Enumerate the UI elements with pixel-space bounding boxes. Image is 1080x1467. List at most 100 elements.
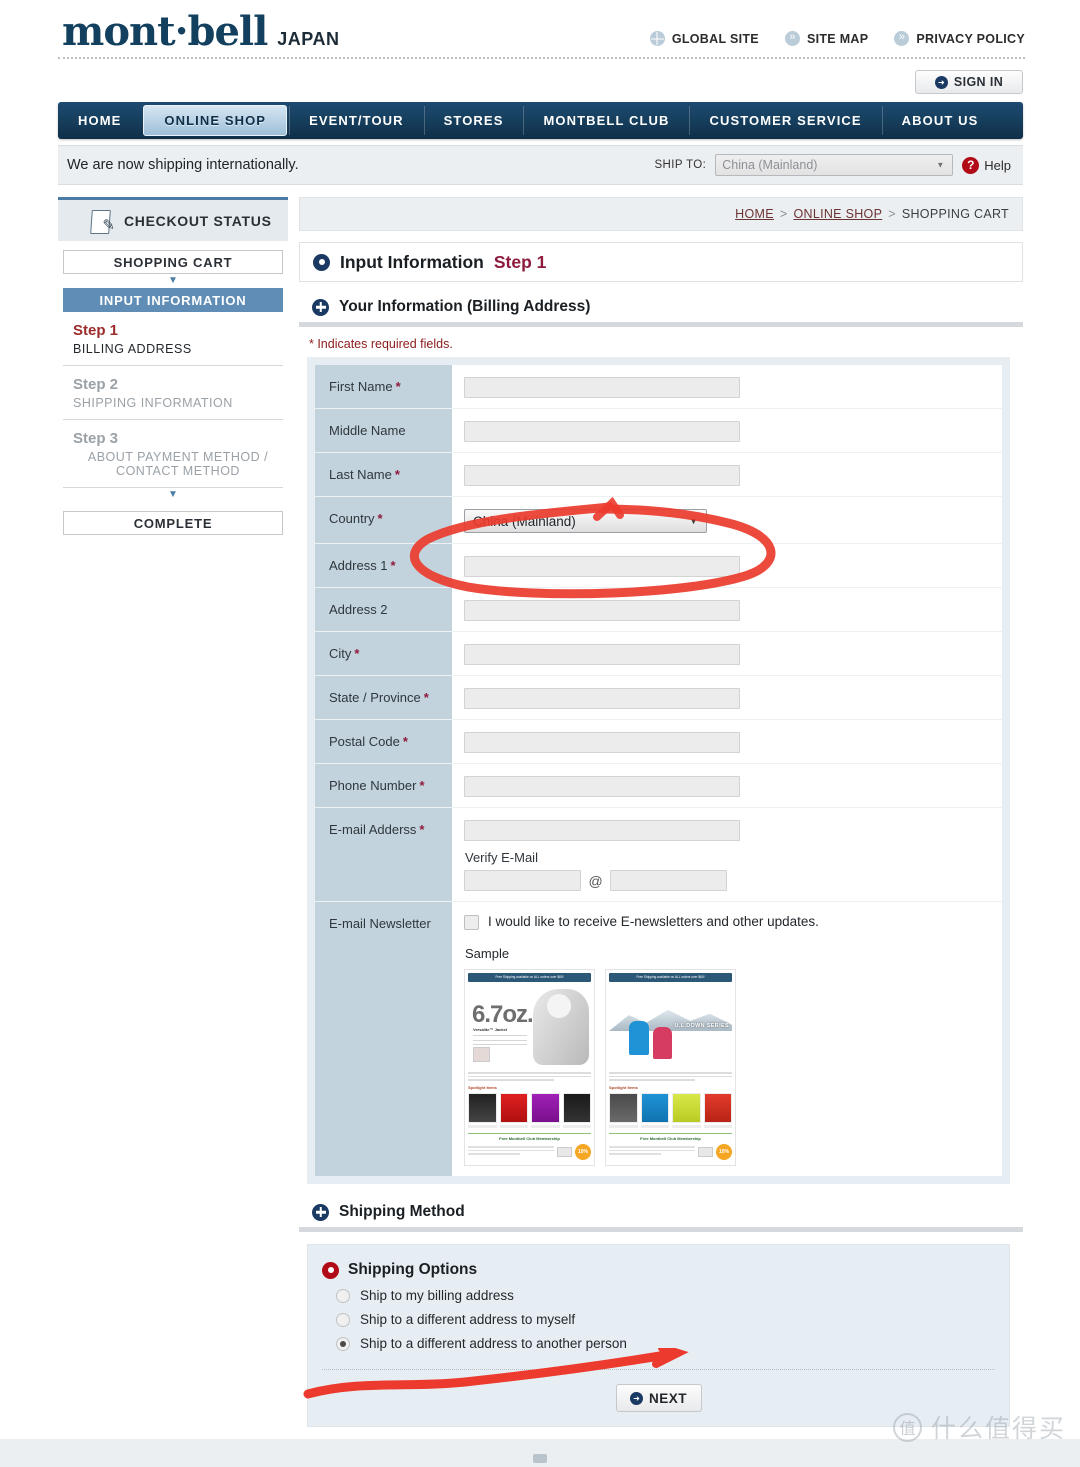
form-row-address-2: Address 2 — [315, 588, 1002, 632]
question-mark-icon: ? — [962, 156, 980, 174]
nav-item-about-us[interactable]: ABOUT US — [881, 102, 999, 139]
input-address-2[interactable] — [464, 600, 740, 621]
form-row-country: Country * China (Mainland) ▼ — [315, 497, 1002, 544]
sample-1-text — [468, 1072, 591, 1081]
breadcrumb-home[interactable]: HOME — [735, 207, 774, 221]
input-address-1[interactable] — [464, 556, 740, 577]
newsletter-sample-1[interactable]: Free Shipping available on ALL orders ov… — [464, 969, 595, 1166]
breadcrumb-online-shop[interactable]: ONLINE SHOP — [793, 207, 882, 221]
input-verify-email-local[interactable] — [464, 870, 581, 891]
sidebar-step-3[interactable]: Step 3 ABOUT PAYMENT METHOD / CONTACT ME… — [63, 420, 283, 488]
breadcrumb-sep-2: > — [888, 207, 896, 221]
page-root: mont·bell JAPAN GLOBAL SITE SITE MAP PRI… — [0, 0, 1080, 1467]
shipping-options-box: Shipping Options Ship to my billing addr… — [307, 1244, 1010, 1427]
logo-region: JAPAN — [277, 29, 340, 49]
international-shipping-bar: We are now shipping internationally. SHI… — [58, 145, 1023, 185]
input-middle-name[interactable] — [464, 421, 740, 442]
form-row-phone-number: Phone Number * — [315, 764, 1002, 808]
help-label: Help — [984, 157, 1011, 173]
sidebar-header-label: CHECKOUT STATUS — [124, 212, 272, 229]
newsletter-samples: Free Shipping available on ALL orders ov… — [464, 969, 1002, 1166]
input-city[interactable] — [464, 644, 740, 665]
next-button[interactable]: NEXT — [615, 1384, 702, 1412]
help-button[interactable]: ? Help — [962, 156, 1011, 174]
label-city: City * — [315, 632, 452, 675]
newsletter-sample-2[interactable]: Free Shipping available on ALL orders ov… — [605, 969, 736, 1166]
ship-to-value: China (Mainland) — [722, 158, 818, 172]
montbell-logo[interactable]: mont·bell JAPAN — [62, 12, 339, 52]
label-state-province: State / Province * — [315, 676, 452, 719]
double-chevron-icon — [894, 29, 910, 46]
ship-to-group: SHIP TO: China (Mainland) ▼ ? Help — [654, 154, 1011, 176]
radio-billing-address-label: Ship to my billing address — [360, 1288, 514, 1303]
radio-billing-address[interactable] — [336, 1288, 350, 1303]
input-postal-code[interactable] — [464, 732, 740, 753]
shipping-option-different-myself[interactable]: Ship to a different address to myself — [336, 1312, 995, 1327]
swatch-thumb — [473, 1047, 490, 1062]
input-email-address[interactable] — [464, 820, 740, 841]
form-row-newsletter: E-mail Newsletter I would like to receiv… — [315, 902, 1002, 1176]
country-select[interactable]: China (Mainland) ▼ — [464, 509, 707, 533]
sample-1-club: Free Montbell Club Membership — [468, 1132, 591, 1141]
page-footer-strip — [0, 1439, 1080, 1467]
next-button-label: NEXT — [648, 1390, 687, 1406]
utility-links: GLOBAL SITE SITE MAP PRIVACY POLICY — [649, 29, 1025, 46]
label-email-address: E-mail Adderss * — [315, 808, 452, 901]
newsletter-optin[interactable]: I would like to receive E-newsletters an… — [464, 914, 1002, 930]
sidebar-step-2-num: Step 2 — [73, 376, 119, 393]
checkout-status-sidebar: CHECKOUT STATUS SHOPPING CART ▼ INPUT IN… — [58, 197, 288, 1427]
link-site-map[interactable]: SITE MAP — [784, 29, 868, 46]
radio-different-another-person-label: Ship to a different address to another p… — [360, 1336, 627, 1351]
newsletter-checkbox[interactable] — [464, 915, 479, 930]
input-last-name[interactable] — [464, 465, 740, 486]
sidebar-item-input-information[interactable]: INPUT INFORMATION — [63, 288, 283, 312]
signin-row: SIGN IN — [0, 62, 1080, 102]
chevron-down-icon: ▼ — [689, 516, 698, 526]
section-rule — [299, 322, 1023, 327]
sidebar-item-complete[interactable]: COMPLETE — [63, 511, 283, 535]
sign-in-button[interactable]: SIGN IN — [915, 70, 1023, 94]
ship-to-select[interactable]: China (Mainland) ▼ — [715, 154, 954, 176]
link-privacy-policy-label: PRIVACY POLICY — [916, 31, 1025, 46]
site-header: mont·bell JAPAN GLOBAL SITE SITE MAP PRI… — [0, 0, 1080, 62]
label-country: Country * — [315, 497, 452, 543]
nav-item-montbell-club[interactable]: MONTBELL CLUB — [523, 102, 689, 139]
label-middle-name: Middle Name — [315, 409, 452, 452]
document-pencil-icon — [88, 208, 115, 234]
radio-different-myself[interactable] — [336, 1312, 350, 1327]
input-state-province[interactable] — [464, 688, 740, 709]
nav-item-stores[interactable]: STORES — [423, 102, 524, 139]
sample-2-badge: 10% — [716, 1143, 732, 1160]
link-privacy-policy[interactable]: PRIVACY POLICY — [894, 29, 1025, 46]
radio-different-myself-label: Ship to a different address to myself — [360, 1312, 576, 1327]
arrow-circle-icon — [629, 1391, 643, 1405]
shipping-notice: We are now shipping internationally. — [67, 157, 299, 173]
radio-different-another-person[interactable] — [336, 1336, 350, 1351]
at-symbol: @ — [588, 872, 603, 889]
newsletter-checkbox-label: I would like to receive E-newsletters an… — [488, 914, 819, 929]
footer-marker — [533, 1454, 547, 1463]
sidebar-step-3-desc: ABOUT PAYMENT METHOD / CONTACT METHOD — [87, 450, 269, 478]
shipping-option-billing-address[interactable]: Ship to my billing address — [336, 1288, 995, 1303]
sidebar-item-shopping-cart[interactable]: SHOPPING CART — [63, 250, 283, 274]
input-phone-number[interactable] — [464, 776, 740, 797]
input-first-name[interactable] — [464, 377, 740, 398]
sidebar-step-2[interactable]: Step 2 SHIPPING INFORMATION — [63, 366, 283, 420]
plus-circle-icon — [312, 1203, 329, 1221]
sample-1-banner: Free Shipping available on ALL orders ov… — [468, 973, 591, 982]
sample-2-product-grid — [609, 1092, 732, 1123]
nav-item-home[interactable]: HOME — [58, 102, 141, 139]
form-row-postal-code: Postal Code * — [315, 720, 1002, 764]
nav-item-online-shop[interactable]: ONLINE SHOP — [143, 105, 288, 136]
link-global-site[interactable]: GLOBAL SITE — [649, 31, 759, 46]
main-column: HOME > ONLINE SHOP > SHOPPING CART Input… — [299, 197, 1023, 1427]
sidebar-step-3-num: Step 3 — [73, 430, 119, 447]
nav-item-event-tour[interactable]: EVENT/TOUR — [289, 102, 424, 139]
double-chevron-icon — [784, 29, 800, 46]
sidebar-step-1[interactable]: Step 1 BILLING ADDRESS — [63, 312, 283, 366]
input-verify-email-domain[interactable] — [610, 870, 728, 891]
nav-item-customer-service[interactable]: CUSTOMER SERVICE — [689, 102, 881, 139]
label-address-2: Address 2 — [315, 588, 452, 631]
shipping-option-different-another-person[interactable]: Ship to a different address to another p… — [336, 1336, 995, 1351]
step-title-bar: Input Information Step 1 — [299, 242, 1023, 282]
